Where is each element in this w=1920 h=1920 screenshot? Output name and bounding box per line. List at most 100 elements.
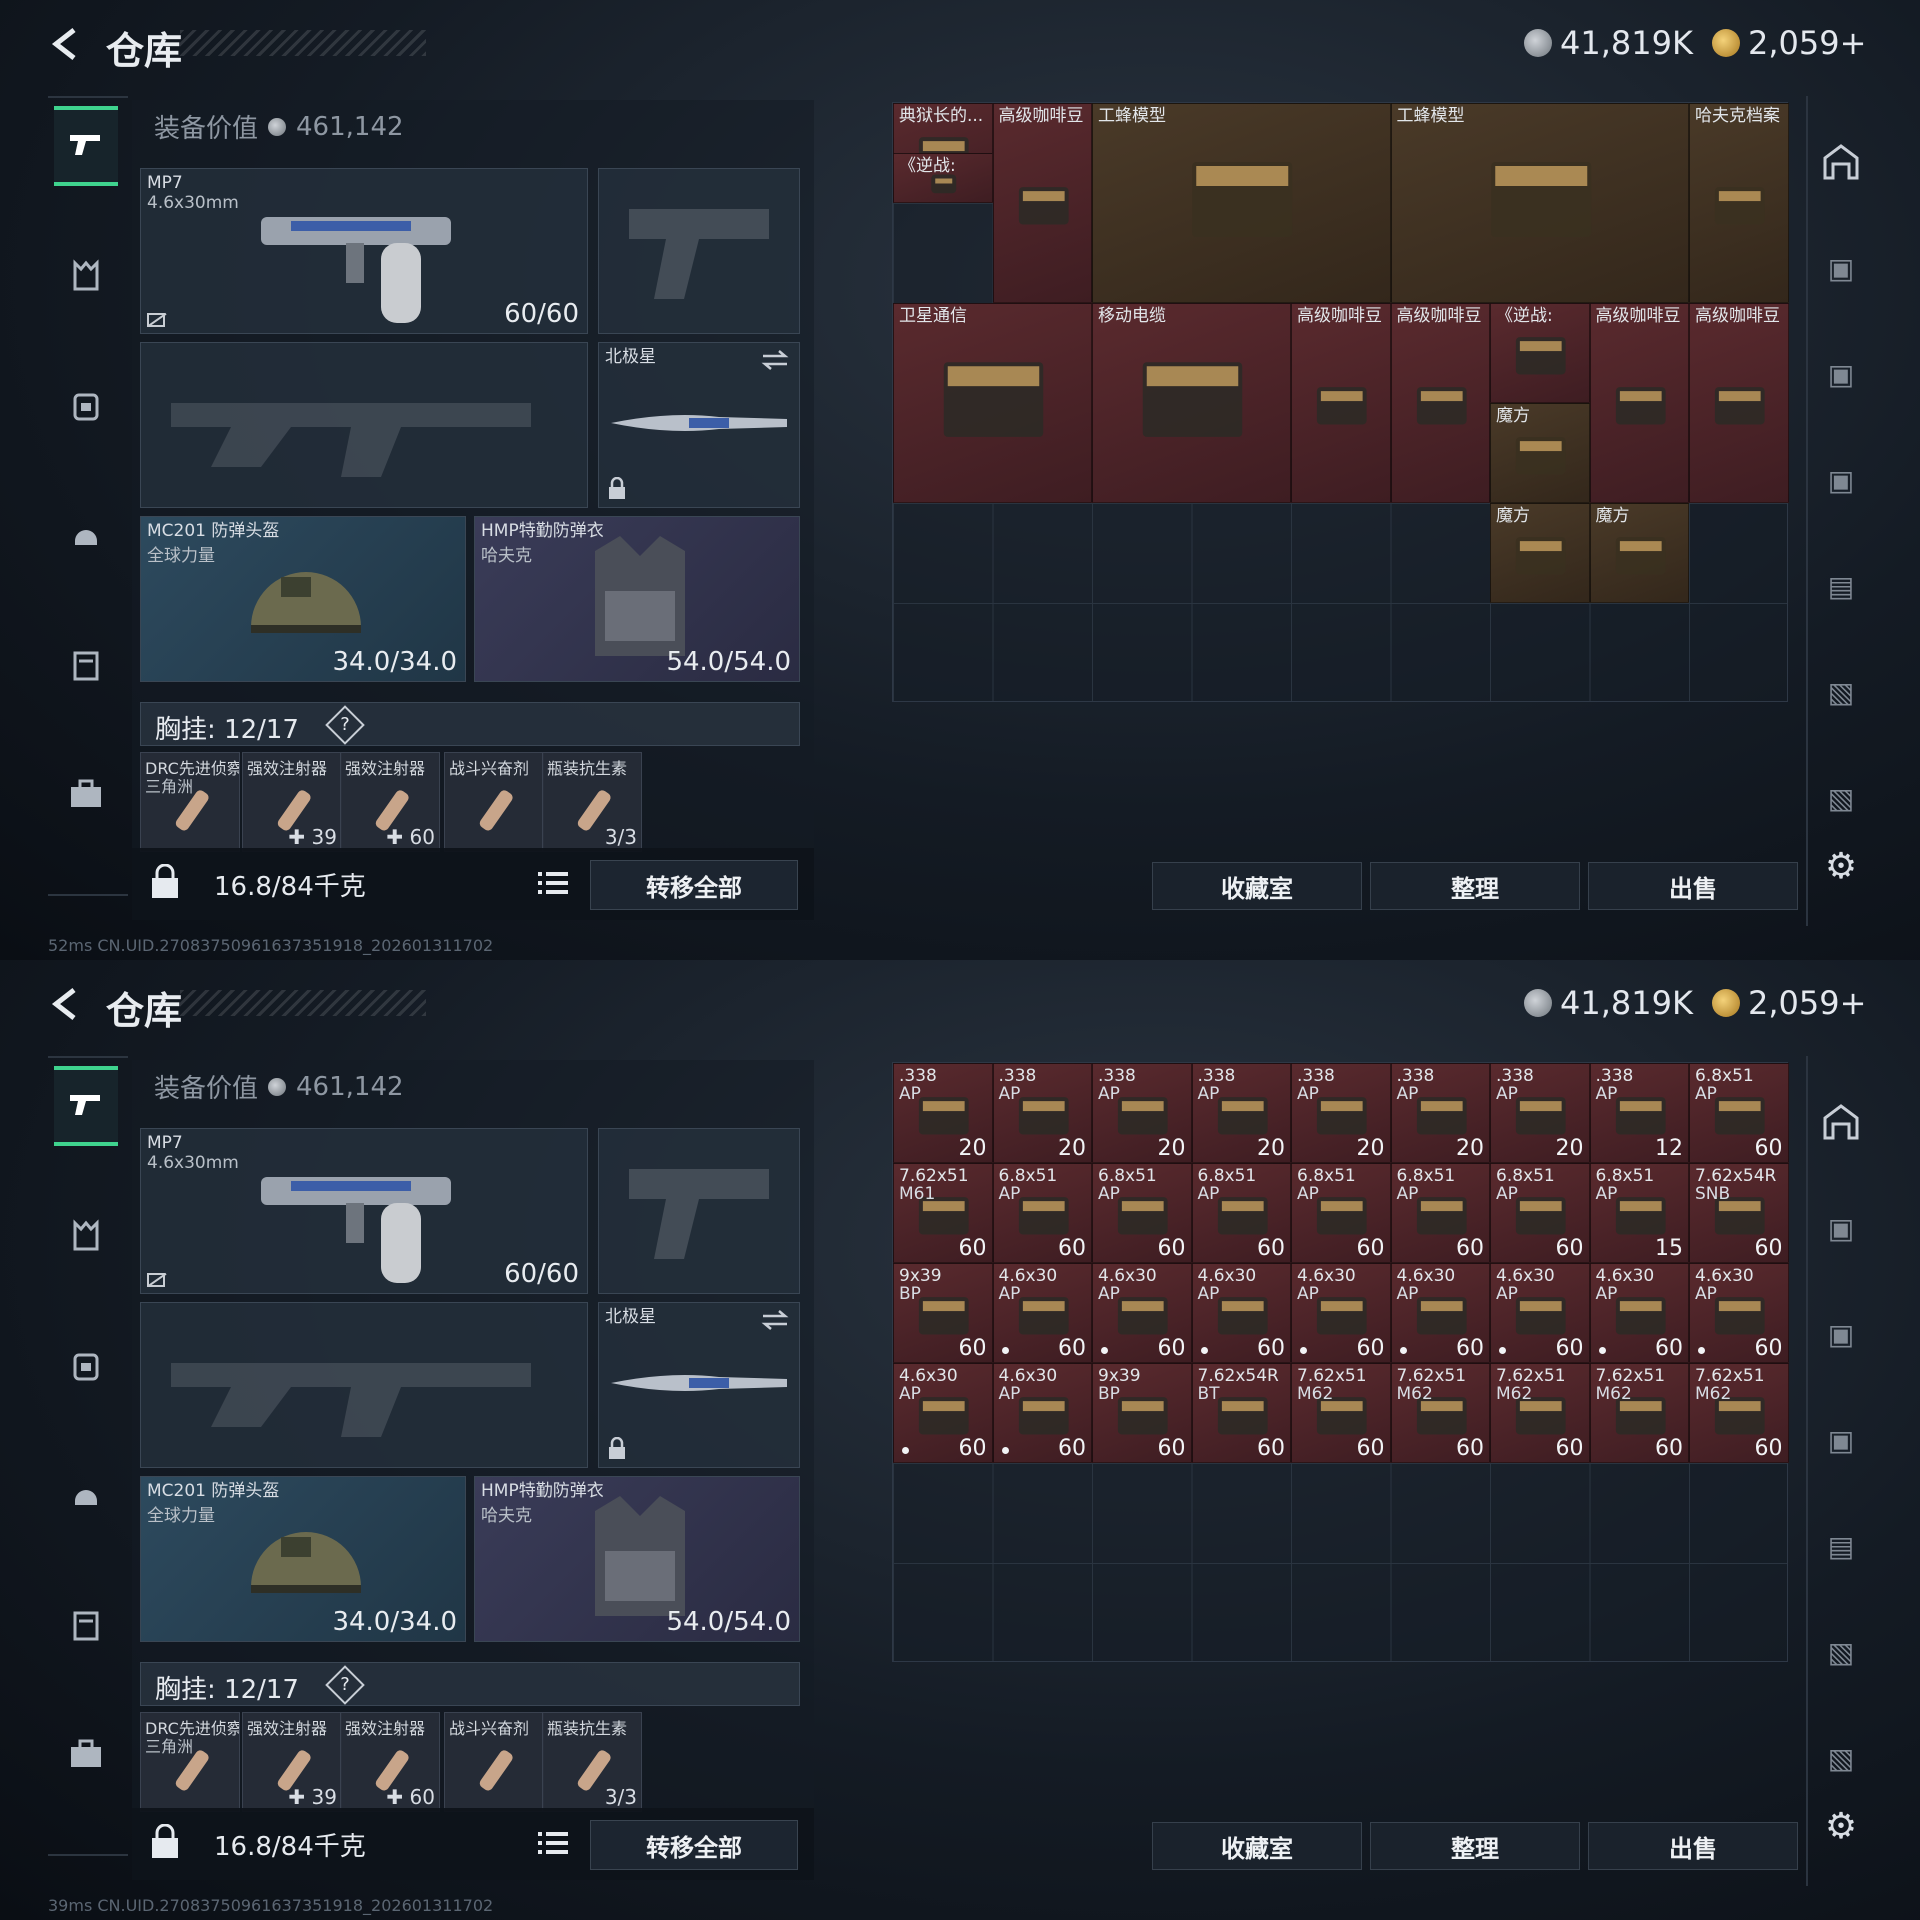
silver-currency[interactable]: 41,819K: [1524, 24, 1693, 62]
stash-item[interactable]: .338 AP 20: [1291, 1063, 1391, 1163]
primary-weapon-slot[interactable]: MP7 4.6x30mm 60/60: [140, 168, 588, 334]
rnav-stash-i[interactable]: ▧: [1818, 772, 1864, 824]
nav-backpack[interactable]: [54, 364, 118, 444]
gold-currency[interactable]: 2,059+: [1712, 24, 1866, 62]
nav-chest-rig[interactable]: [54, 1196, 118, 1276]
chest-rig-bar[interactable]: 胸挂: 12/17 ?: [140, 702, 800, 746]
melee-slot[interactable]: 北极星: [598, 1302, 800, 1468]
stash-item[interactable]: 7.62x51 M61 60: [893, 1163, 993, 1263]
pocket-item[interactable]: 强效注射器 ✚ 39: [242, 752, 342, 852]
stash-item[interactable]: 移动电缆: [1092, 303, 1291, 503]
nav-backpack[interactable]: [54, 1324, 118, 1404]
stash-item[interactable]: .338 AP 20: [1490, 1063, 1590, 1163]
sell-button[interactable]: 出售: [1588, 1822, 1798, 1870]
stash-item[interactable]: 4.6x30 AP 60: [992, 1263, 1092, 1363]
nav-container[interactable]: [54, 1584, 118, 1664]
nav-helmet[interactable]: [54, 1454, 118, 1534]
rnav-all[interactable]: [1818, 136, 1864, 188]
stash-item[interactable]: 高级咖啡豆: [992, 103, 1092, 303]
armor-slot[interactable]: HMP特勤防弹衣 哈夫克 54.0/54.0: [474, 1476, 800, 1642]
stash-item[interactable]: .338 AP 20: [1390, 1063, 1490, 1163]
nav-helmet[interactable]: [54, 494, 118, 574]
stash-item[interactable]: 7.62x51 M62 60: [1490, 1363, 1590, 1463]
stash-item[interactable]: 6.8x51 AP 60: [1092, 1163, 1192, 1263]
stash-item[interactable]: 4.6x30 AP 60: [1390, 1263, 1490, 1363]
stash-item[interactable]: 卫星通信: [893, 303, 1092, 503]
nav-container[interactable]: [54, 624, 118, 704]
back-arrow-icon[interactable]: [46, 984, 86, 1024]
stash-item[interactable]: .338 AP 20: [992, 1063, 1092, 1163]
rnav-stash-v[interactable]: ▣: [1818, 242, 1864, 294]
stash-item[interactable]: 6.8x51 AP 15: [1589, 1163, 1689, 1263]
pocket-item[interactable]: 强效注射器 ✚ 39: [242, 1712, 342, 1812]
stash-item[interactable]: 4.6x30 AP 60: [1689, 1263, 1789, 1363]
chest-rig-bar[interactable]: 胸挂: 12/17 ?: [140, 1662, 800, 1706]
rnav-stash-v[interactable]: ▣: [1818, 1202, 1864, 1254]
stash-item[interactable]: 工蜂模型: [1092, 103, 1391, 303]
pistol-slot-empty[interactable]: [598, 168, 800, 334]
rnav-stash-iii[interactable]: ▤: [1818, 560, 1864, 612]
organize-button[interactable]: 整理: [1370, 862, 1580, 910]
swap-icon[interactable]: [761, 1309, 789, 1331]
pocket-item[interactable]: 强效注射器 ✚ 60: [340, 1712, 440, 1812]
stash-item[interactable]: 4.6x30 AP 60: [992, 1363, 1092, 1463]
melee-slot[interactable]: 北极星: [598, 342, 800, 508]
collection-room-button[interactable]: 收藏室: [1152, 1822, 1362, 1870]
stash-grid[interactable]: .338 AP 20 .338 AP 20 .338 AP 20 .338 AP: [892, 1062, 1789, 1662]
stash-item[interactable]: 4.6x30 AP 60: [1589, 1263, 1689, 1363]
stash-item[interactable]: 《逆战:: [1490, 303, 1590, 403]
transfer-all-button[interactable]: 转移全部: [590, 860, 798, 910]
sell-button[interactable]: 出售: [1588, 862, 1798, 910]
nav-chest-rig[interactable]: [54, 236, 118, 316]
rnav-stash-iii[interactable]: ▤: [1818, 1520, 1864, 1572]
list-icon[interactable]: [536, 868, 570, 898]
pocket-item[interactable]: DRC先进侦察... 三角洲: [140, 752, 240, 852]
swap-icon[interactable]: [761, 349, 789, 371]
stash-item[interactable]: .338 AP 20: [1191, 1063, 1291, 1163]
helmet-slot[interactable]: MC201 防弹头盔 全球力量 34.0/34.0: [140, 1476, 466, 1642]
nav-toolbox[interactable]: [54, 754, 118, 834]
silver-currency[interactable]: 41,819K: [1524, 984, 1693, 1022]
stash-item[interactable]: 高级咖啡豆: [1390, 303, 1490, 503]
rnav-settings[interactable]: ⚙: [1818, 1800, 1864, 1852]
stash-item[interactable]: 6.8x51 AP 60: [1390, 1163, 1490, 1263]
armor-slot[interactable]: HMP特勤防弹衣 哈夫克 54.0/54.0: [474, 516, 800, 682]
stash-item[interactable]: 6.8x51 AP 60: [1689, 1063, 1789, 1163]
rnav-stash-iv-b[interactable]: ▣: [1818, 1414, 1864, 1466]
pocket-item[interactable]: 战斗兴奋剂: [444, 1712, 544, 1812]
primary-weapon-slot[interactable]: MP7 4.6x30mm 60/60: [140, 1128, 588, 1294]
rnav-stash-i[interactable]: ▧: [1818, 1732, 1864, 1784]
rnav-stash-iv[interactable]: ▣: [1818, 348, 1864, 400]
stash-item[interactable]: 9x39 BP 60: [893, 1263, 993, 1363]
helmet-slot[interactable]: MC201 防弹头盔 全球力量 34.0/34.0: [140, 516, 466, 682]
stash-item[interactable]: 4.6x30 AP 60: [1490, 1263, 1590, 1363]
pocket-item[interactable]: 瓶装抗生素 3/3: [542, 1712, 642, 1812]
stash-item[interactable]: 4.6x30 AP 60: [893, 1363, 993, 1463]
stash-item[interactable]: 工蜂模型: [1390, 103, 1689, 303]
stash-item[interactable]: 7.62x54R SNB 60: [1689, 1163, 1789, 1263]
stash-item[interactable]: 6.8x51 AP 60: [992, 1163, 1092, 1263]
rnav-all[interactable]: [1818, 1096, 1864, 1148]
stash-item[interactable]: 4.6x30 AP 60: [1092, 1263, 1192, 1363]
pocket-item[interactable]: 瓶装抗生素 3/3: [542, 752, 642, 852]
stash-item[interactable]: 6.8x51 AP 60: [1191, 1163, 1291, 1263]
stash-item[interactable]: .338 AP 12: [1589, 1063, 1689, 1163]
rnav-stash-ii[interactable]: ▧: [1818, 1626, 1864, 1678]
collection-room-button[interactable]: 收藏室: [1152, 862, 1362, 910]
nav-toolbox[interactable]: [54, 1714, 118, 1794]
stash-item[interactable]: .338 AP 20: [1092, 1063, 1192, 1163]
pocket-item[interactable]: DRC先进侦察... 三角洲: [140, 1712, 240, 1812]
stash-item[interactable]: 高级咖啡豆: [1589, 303, 1689, 503]
help-icon[interactable]: ?: [325, 1665, 365, 1705]
stash-item[interactable]: 9x39 BP 60: [1092, 1363, 1192, 1463]
pistol-slot-empty[interactable]: [598, 1128, 800, 1294]
rnav-settings[interactable]: ⚙: [1818, 840, 1864, 892]
stash-item[interactable]: 《逆战:: [893, 153, 993, 203]
stash-item[interactable]: 7.62x51 M62 60: [1390, 1363, 1490, 1463]
nav-weapons[interactable]: [54, 1066, 118, 1146]
stash-item[interactable]: 魔方: [1490, 503, 1590, 603]
rnav-stash-iv[interactable]: ▣: [1818, 1308, 1864, 1360]
nav-weapons[interactable]: [54, 106, 118, 186]
stash-grid[interactable]: 典狱长的... 《逆战: 高级咖啡豆 工蜂模型 工蜂模型 哈夫克档案 卫星通信 …: [892, 102, 1789, 702]
rnav-stash-iv-b[interactable]: ▣: [1818, 454, 1864, 506]
